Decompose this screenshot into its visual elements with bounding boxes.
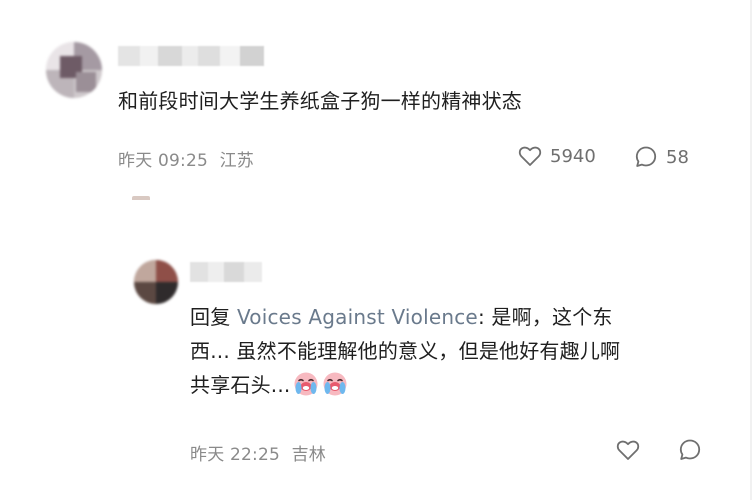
reply-text: 回复 Voices Against Violence: 是啊，这个东 西... … <box>190 300 710 402</box>
reply-like-button[interactable] <box>616 439 640 461</box>
reply-line-2: 西... 虽然不能理解他的意义，但是他好有趣儿啊 <box>190 339 621 363</box>
speech-bubble-icon <box>678 438 702 462</box>
reply-count: 58 <box>666 146 689 168</box>
avatar[interactable] <box>46 42 102 98</box>
reply-line-3: 共享石头... <box>190 368 710 402</box>
reply-time: 昨天 22:25 <box>190 445 280 465</box>
reply-meta: 昨天 22:25 吉林 <box>190 440 326 465</box>
comment-time: 昨天 09:25 <box>118 151 208 171</box>
reply-line-1-rest: : 是啊，这个东 <box>477 305 613 329</box>
heart-outline-icon <box>518 145 542 167</box>
comment-text: 和前段时间大学生养纸盒子狗一样的精神状态 <box>118 89 522 113</box>
speech-bubble-icon <box>634 145 658 169</box>
reply-location: 吉林 <box>291 445 327 465</box>
reply-username-obscured[interactable] <box>190 262 262 282</box>
like-count: 5940 <box>550 145 596 167</box>
comment-meta: 昨天 09:25 江苏 <box>118 146 254 171</box>
like-button[interactable]: 5940 <box>518 145 596 167</box>
partial-avatar-edge <box>132 196 150 200</box>
heart-outline-icon <box>616 439 640 461</box>
reply-avatar[interactable] <box>134 260 178 304</box>
crying-face-emoji <box>323 372 347 396</box>
comment-location: 江苏 <box>219 151 255 171</box>
reply-comment-button[interactable] <box>678 438 702 462</box>
reply-prefix: 回复 <box>190 305 237 329</box>
crying-face-emoji <box>294 372 318 396</box>
reply-button[interactable]: 58 <box>634 145 689 169</box>
mention-link[interactable]: Voices Against Violence <box>237 305 478 329</box>
reply-line-3-text: 共享石头... <box>190 373 291 397</box>
username-obscured[interactable] <box>118 46 264 66</box>
reply-line-1: 回复 Voices Against Violence: 是啊，这个东 <box>190 300 710 334</box>
